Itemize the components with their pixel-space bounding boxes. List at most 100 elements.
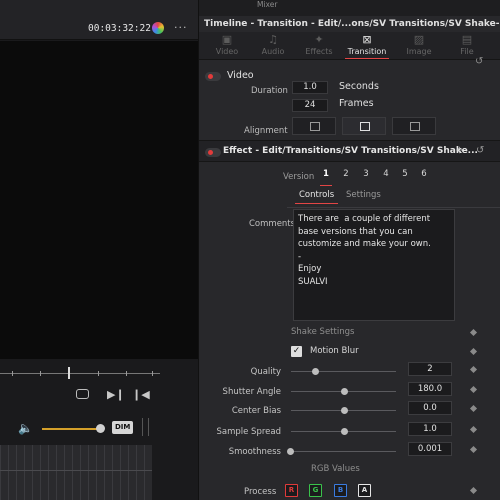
scrubber-bar[interactable] — [0, 366, 160, 382]
effect-section-toggle[interactable] — [205, 148, 221, 157]
viewer-toolbar: 00:03:32:22 ··· — [0, 0, 198, 40]
tab-image[interactable]: ▨ Image — [393, 32, 445, 60]
comments-textarea[interactable]: There are a couple of different base ver… — [293, 209, 455, 321]
channel-a-toggle[interactable]: A — [358, 484, 371, 497]
magic-wand-icon[interactable]: ✧ — [455, 144, 464, 157]
version-6-button[interactable]: 6 — [416, 167, 432, 181]
align-center-on-cut-button[interactable] — [342, 117, 386, 135]
duration-label: Duration — [251, 86, 288, 96]
video-section-toggle[interactable] — [205, 72, 221, 81]
reset-icon[interactable]: ↺ — [475, 56, 483, 67]
subtab-divider — [287, 207, 500, 208]
next-frame-icon[interactable]: ▶❙ — [107, 388, 125, 401]
tab-file[interactable]: ▤ File — [441, 32, 493, 60]
comments-label: Comments — [249, 219, 296, 229]
motion-blur-checkbox[interactable]: ✓ — [291, 346, 302, 357]
tab-video[interactable]: ▣ Video — [201, 32, 253, 60]
shutter-angle-label: Shutter Angle — [222, 387, 281, 397]
tab-controls[interactable]: Controls — [294, 190, 339, 204]
version-4-button[interactable]: 4 — [378, 167, 394, 181]
align-start-on-cut-button[interactable] — [392, 117, 436, 135]
motion-blur-label: Motion Blur — [310, 346, 359, 356]
effects-icon: ✦ — [314, 33, 324, 46]
version-3-button[interactable]: 3 — [358, 167, 374, 181]
scrubber-tick — [98, 371, 99, 376]
smoothness-label: Smoothness — [228, 447, 281, 457]
volume-slider-handle[interactable] — [96, 424, 105, 433]
loop-icon[interactable] — [76, 389, 89, 399]
scrubber-tick — [152, 371, 153, 376]
keyframe-diamond-icon[interactable] — [469, 347, 478, 356]
center-bias-label: Center Bias — [231, 406, 281, 416]
duration-seconds-input[interactable]: 1.0 — [292, 81, 328, 94]
effect-title: Effect - Edit/Transitions/SV Transitions… — [223, 146, 478, 156]
last-frame-icon[interactable]: ❙◀ — [132, 388, 150, 401]
center-bias-input[interactable]: 0.0 — [408, 401, 452, 415]
speaker-icon[interactable]: 🔈 — [18, 421, 33, 435]
volume-slider[interactable] — [42, 428, 102, 430]
smoothness-slider-handle[interactable] — [287, 448, 294, 455]
audio-icon: ♫ — [268, 33, 278, 46]
sample-spread-input[interactable]: 1.0 — [408, 422, 452, 436]
version-2-button[interactable]: 2 — [338, 167, 354, 181]
quality-slider[interactable] — [291, 371, 396, 372]
video-section-header: Video — [227, 70, 254, 81]
scrubber-tick — [40, 371, 41, 376]
playhead-handle[interactable] — [68, 367, 70, 379]
tab-label: File — [460, 47, 474, 56]
keyframe-diamond-icon[interactable] — [469, 445, 478, 454]
smoothness-input[interactable]: 0.001 — [408, 442, 452, 456]
quality-slider-handle[interactable] — [312, 368, 319, 375]
reset-icon[interactable]: ↺ — [476, 145, 484, 156]
sample-spread-slider-handle[interactable] — [341, 428, 348, 435]
channel-b-toggle[interactable]: B — [334, 484, 347, 497]
channel-g-toggle[interactable]: G — [309, 484, 322, 497]
scrubber-track — [0, 373, 160, 374]
center-bias-slider-handle[interactable] — [341, 407, 348, 414]
keyframe-diamond-icon[interactable] — [469, 365, 478, 374]
timecode-display: 00:03:32:22 — [88, 23, 151, 34]
duration-frames-input[interactable]: 24 — [292, 99, 328, 112]
transition-icon: ⊠ — [362, 33, 372, 46]
align-center-icon — [360, 122, 370, 131]
scrubber-tick — [12, 371, 13, 376]
scrubber-tick — [126, 371, 127, 376]
smoothness-slider[interactable] — [291, 451, 396, 452]
file-icon: ▤ — [461, 33, 473, 46]
quality-input[interactable]: 2 — [408, 362, 452, 376]
mixer-button[interactable]: Mixer — [257, 0, 277, 9]
inspector-tab-bar: ▣ Video ♫ Audio ✦ Effects ⊠ Transition ▨… — [199, 32, 500, 60]
viewer-panel: 00:03:32:22 ··· ▶❙ ❙◀ 🔈 DIM — [0, 0, 198, 500]
seconds-unit-label: Seconds — [339, 81, 379, 92]
version-5-button[interactable]: 5 — [397, 167, 413, 181]
version-1-button[interactable]: 1 — [318, 167, 334, 186]
color-wheel-icon[interactable] — [152, 22, 164, 34]
shutter-angle-slider-handle[interactable] — [341, 388, 348, 395]
tab-effects[interactable]: ✦ Effects — [293, 32, 345, 60]
tab-label: Video — [215, 47, 239, 56]
panel-divider — [142, 418, 149, 436]
video-preview[interactable] — [0, 41, 198, 359]
align-end-on-cut-button[interactable] — [292, 117, 336, 135]
timeline-track-area[interactable] — [0, 445, 152, 500]
shutter-angle-input[interactable]: 180.0 — [408, 382, 452, 396]
channel-r-toggle[interactable]: R — [285, 484, 298, 497]
tab-label: Image — [406, 47, 432, 56]
image-icon: ▨ — [413, 33, 425, 46]
options-menu-icon[interactable]: ··· — [174, 21, 188, 34]
tab-transition[interactable]: ⊠ Transition — [341, 32, 393, 60]
video-icon: ▣ — [221, 33, 233, 46]
inspector-title: Timeline - Transition - Edit/...ons/SV T… — [204, 19, 500, 29]
timeline-divider — [0, 470, 152, 471]
alignment-label: Alignment — [244, 126, 288, 136]
dim-button[interactable]: DIM — [112, 421, 134, 434]
keyframe-diamond-icon[interactable] — [469, 425, 478, 434]
keyframe-diamond-icon[interactable] — [469, 385, 478, 394]
sample-spread-label: Sample Spread — [216, 427, 281, 437]
keyframe-diamond-icon[interactable] — [469, 404, 478, 413]
tab-audio[interactable]: ♫ Audio — [247, 32, 299, 60]
keyframe-diamond-icon[interactable] — [469, 486, 478, 495]
tab-settings[interactable]: Settings — [346, 190, 381, 200]
keyframe-diamond-icon[interactable] — [469, 328, 478, 337]
shake-settings-header: Shake Settings — [291, 327, 355, 337]
